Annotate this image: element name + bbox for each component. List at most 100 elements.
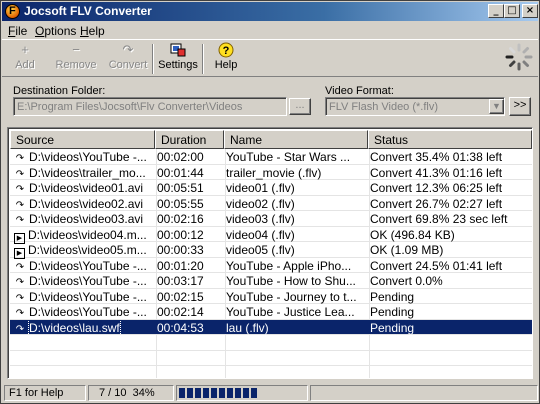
cell-status: Pending xyxy=(370,320,415,335)
table-row[interactable]: ▶ D:\videos\video05.m... 00:00:33 video05 (… xyxy=(10,242,532,259)
cell-name: video04 (.flv) xyxy=(226,227,295,242)
file-convert-icon: ↷ xyxy=(15,292,25,304)
cell-duration: 00:01:44 xyxy=(157,165,204,180)
progress-block xyxy=(179,388,185,398)
table-row[interactable]: ↷ D:\videos\YouTube -... 00:03:17 YouTube -… xyxy=(10,273,532,289)
cell-duration: 00:03:17 xyxy=(157,274,204,288)
menu-file[interactable]: File xyxy=(8,24,27,38)
minus-icon: − xyxy=(72,42,80,57)
cell-source-text: D:\videos\trailer_mo... xyxy=(29,165,146,180)
settings-label: Settings xyxy=(158,59,198,71)
cell-name: video05 (.flv) xyxy=(226,243,295,257)
minimize-button[interactable]: _ xyxy=(488,4,504,18)
convert-label: Convert xyxy=(108,59,148,71)
svg-text:?: ? xyxy=(223,45,230,57)
cell-status: Convert 26.7% 02:27 left xyxy=(370,196,503,211)
cell-duration: 00:00:12 xyxy=(157,227,204,242)
chevron-down-icon[interactable]: ▼ xyxy=(489,99,504,114)
cell-source-text: D:\videos\video01.avi xyxy=(29,181,144,195)
list-rows: ↷ D:\videos\YouTube -... 00:02:00 YouTube -… xyxy=(10,149,532,378)
browse-button[interactable]: ... xyxy=(289,98,311,115)
add-label: Add xyxy=(15,59,35,71)
cell-duration: 00:02:00 xyxy=(157,150,204,164)
table-row[interactable]: ↷ D:\videos\YouTube -... 00:01:20 YouTube -… xyxy=(10,258,532,273)
format-select[interactable]: FLV Flash Video (*.flv) xyxy=(325,97,505,116)
plus-icon: + xyxy=(21,42,29,57)
file-convert-icon: ↷ xyxy=(15,199,25,211)
status-percent-text: 34% xyxy=(132,387,155,399)
cell-status: Convert 69.8% 23 sec left xyxy=(370,212,508,226)
close-button[interactable]: × xyxy=(522,4,538,18)
column-header-duration[interactable]: Duration xyxy=(155,130,224,149)
toolbar: + Add − Remove ↷ Convert Settings ? Help xyxy=(2,39,538,77)
table-row[interactable]: ↷ D:\videos\video01.avi 00:05:51 video01 (.… xyxy=(10,180,532,196)
destination-field[interactable]: E:\Program Files\Jocsoft\Flv Converter\V… xyxy=(13,97,287,116)
status-bar: F1 for Help 7 / 10 34% xyxy=(2,383,538,403)
cell-source-text: D:\videos\video04.m... xyxy=(28,227,147,242)
progress-block xyxy=(203,388,209,398)
cell-name: lau (.flv) xyxy=(226,320,269,335)
menu-help[interactable]: Help xyxy=(80,24,105,38)
file-convert-icon: ↷ xyxy=(15,168,25,180)
table-row[interactable]: ↷ D:\videos\video02.avi 00:05:55 video02 (.… xyxy=(10,196,532,211)
help-button[interactable]: ? Help xyxy=(208,42,244,76)
cell-duration: 00:02:16 xyxy=(157,212,204,226)
table-row[interactable]: ↷ D:\videos\YouTube -... 00:02:15 YouTube -… xyxy=(10,289,532,304)
cell-source-text: D:\videos\lau.swf xyxy=(28,320,121,335)
cell-source-text: D:\videos\video03.avi xyxy=(29,212,144,226)
file-convert-icon: ↷ xyxy=(15,277,25,288)
table-row[interactable]: ↷ D:\videos\trailer_mo... 00:01:44 trailer_… xyxy=(10,165,532,180)
app-logo-icon[interactable]: F xyxy=(5,4,20,19)
maximize-button[interactable]: □ xyxy=(504,4,520,18)
cell-source-text: D:\videos\YouTube -... xyxy=(29,289,147,304)
cell-source-text: D:\videos\video02.avi xyxy=(29,196,144,211)
file-convert-icon: ↷ xyxy=(15,261,25,273)
table-row[interactable]: ↷ D:\videos\YouTube -... 00:02:00 YouTube -… xyxy=(10,149,532,165)
cell-name: YouTube - Apple iPho... xyxy=(226,258,352,273)
cell-status: OK (496.84 KB) xyxy=(370,227,455,242)
column-header-source[interactable]: Source xyxy=(10,130,155,149)
column-header-name[interactable]: Name xyxy=(224,130,368,149)
progress-block xyxy=(251,388,257,398)
format-label: Video Format: xyxy=(325,85,394,97)
cell-duration: 00:05:55 xyxy=(157,196,204,211)
file-convert-icon: ↷ xyxy=(15,323,25,335)
progress-block xyxy=(187,388,193,398)
column-header-status[interactable]: Status xyxy=(368,130,532,149)
table-row[interactable]: ↷ D:\videos\lau.swf 00:04:53 lau (.flv) Pend… xyxy=(10,319,532,335)
cell-status: Convert 41.3% 01:16 left xyxy=(370,165,503,180)
cell-status: Convert 24.5% 01:41 left xyxy=(370,258,503,273)
destination-label: Destination Folder: xyxy=(13,85,106,97)
empty-row xyxy=(10,351,532,366)
settings-button[interactable]: Settings xyxy=(156,42,200,76)
menu-options[interactable]: Options xyxy=(35,24,76,38)
cell-status: Pending xyxy=(370,305,415,319)
cell-source: ↷ D:\videos\YouTube -... xyxy=(10,259,152,273)
add-button[interactable]: + Add xyxy=(8,42,42,76)
cell-name: video02 (.flv) xyxy=(226,196,295,211)
cell-source: ↷ D:\videos\trailer_mo... xyxy=(10,166,152,180)
next-button[interactable]: >> xyxy=(509,97,531,116)
cell-name: video03 (.flv) xyxy=(226,212,295,226)
status-progress-bar xyxy=(176,385,308,401)
progress-fill xyxy=(179,388,257,398)
cell-name: video01 (.flv) xyxy=(226,181,295,195)
table-row[interactable]: ↷ D:\videos\YouTube -... 00:02:14 YouTube -… xyxy=(10,304,532,320)
status-help: F1 for Help xyxy=(4,385,86,401)
progress-block xyxy=(195,388,201,398)
cell-source-text: D:\videos\YouTube -... xyxy=(29,150,147,164)
cell-duration: 00:00:33 xyxy=(157,243,204,257)
cell-source-text: D:\videos\YouTube -... xyxy=(29,305,147,319)
table-row[interactable]: ↷ D:\videos\video03.avi 00:02:16 video03 (.… xyxy=(10,211,532,227)
cell-name: trailer_movie (.flv) xyxy=(226,165,322,180)
table-row[interactable]: ▶ D:\videos\video04.m... 00:00:12 video04 (… xyxy=(10,227,532,244)
cell-duration: 00:01:20 xyxy=(157,258,204,273)
toolbar-separator xyxy=(202,44,204,74)
title-bar[interactable]: F Jocsoft FLV Converter _ □ × xyxy=(2,2,538,21)
cell-duration: 00:04:53 xyxy=(157,320,204,335)
busy-spinner-icon xyxy=(505,43,533,71)
window-title: Jocsoft FLV Converter xyxy=(24,4,152,18)
convert-button[interactable]: ↷ Convert xyxy=(106,42,150,76)
remove-button[interactable]: − Remove xyxy=(54,42,98,76)
file-list[interactable]: Source Duration Name Status ↷ D:\videos\Y… xyxy=(7,127,533,379)
